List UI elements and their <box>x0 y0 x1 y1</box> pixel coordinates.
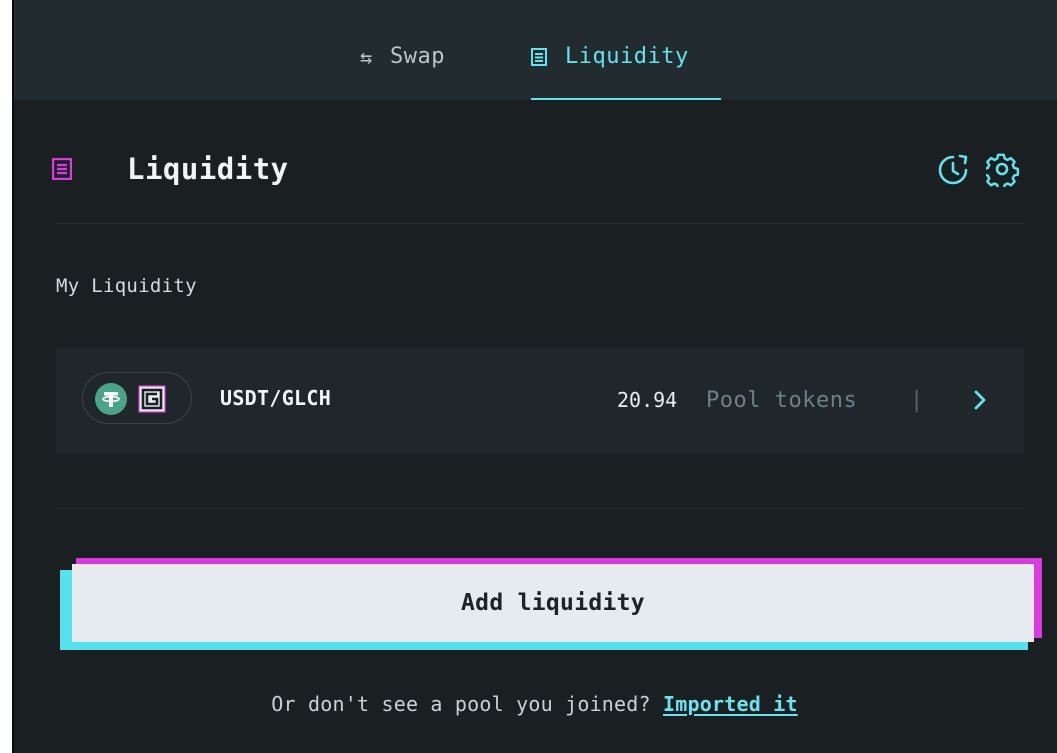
header-divider <box>56 223 1024 224</box>
glch-token-icon <box>138 385 166 413</box>
import-pool-link[interactable]: Imported it <box>663 692 798 716</box>
page-title: Liquidity <box>127 152 289 186</box>
add-liquidity-button-wrapper: Add liquidity <box>60 558 1042 652</box>
window-edge <box>12 0 14 753</box>
pool-tokens-label: Pool tokens <box>706 388 858 413</box>
swap-arrows-icon: ⇆ <box>360 45 373 69</box>
history-icon <box>938 154 968 185</box>
tab-swap[interactable]: ⇆ Swap <box>360 44 445 100</box>
token-pair-icons <box>82 372 192 424</box>
pool-icon <box>52 158 72 180</box>
usdt-token-icon <box>95 383 127 415</box>
history-button[interactable] <box>935 152 971 188</box>
pool-row[interactable]: USDT/GLCH 20.94 Pool tokens | <box>56 348 1024 454</box>
my-liquidity-label: My Liquidity <box>56 275 197 297</box>
tab-liquidity-label: Liquidity <box>565 44 689 69</box>
tab-bar: ⇆ Swap Liquidity <box>12 0 1057 100</box>
gear-icon <box>986 153 1020 187</box>
import-prompt-text: Or don't see a pool you joined? <box>271 692 651 716</box>
tab-liquidity[interactable]: Liquidity <box>531 44 689 100</box>
pool-row-separator: | <box>910 388 924 413</box>
pool-icon <box>531 44 547 70</box>
pool-pair-name: USDT/GLCH <box>220 386 332 410</box>
liquidity-panel: ⇆ Swap Liquidity Liquidity My Liquidity … <box>12 0 1057 753</box>
settings-button[interactable] <box>985 152 1021 188</box>
section-header: Liquidity <box>12 100 1057 224</box>
import-pool-prompt: Or don't see a pool you joined? Imported… <box>12 692 1057 716</box>
tab-swap-label: Swap <box>390 44 446 69</box>
header-actions <box>935 152 1021 188</box>
pool-token-amount: 20.94 <box>617 388 678 412</box>
add-liquidity-button[interactable]: Add liquidity <box>72 564 1034 642</box>
chevron-right-icon[interactable] <box>968 388 992 412</box>
list-divider <box>56 508 1024 509</box>
